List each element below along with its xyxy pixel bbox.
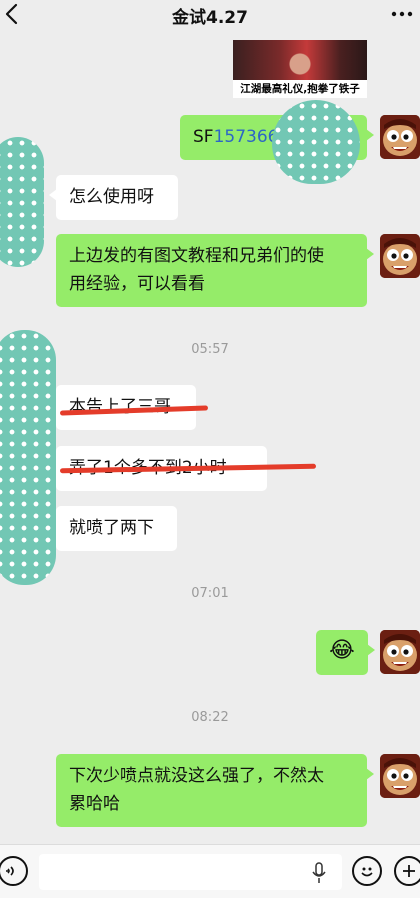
avatar[interactable] [380,754,420,798]
timestamp: 07:01 [191,586,229,601]
message-input[interactable] [39,854,342,890]
message-bubble-received[interactable]: 怎么使用呀 [49,175,178,220]
chat-header: 金试4.27 [0,0,420,30]
more-dots-icon[interactable] [390,8,414,20]
avatar[interactable] [380,234,420,278]
privacy-blur-overlay [0,330,56,585]
message-bubble-sent[interactable]: 😂 [316,630,375,675]
face-with-tears-of-joy-icon: 😂 [329,638,355,663]
mic-icon[interactable] [311,862,327,884]
message-text-line: 用经验，可以看看 [69,274,205,294]
message-text-line: 上边发的有图文教程和兄弟们的使 [69,246,324,266]
privacy-blur-overlay [272,100,360,184]
message-text-line: 下次少喷点就没这么强了，不然太 [69,766,324,786]
plus-icon[interactable] [394,856,420,886]
privacy-blur-overlay [0,137,44,267]
input-bar [0,844,420,898]
timestamp: 08:22 [191,710,229,725]
message-bubble-sent[interactable]: 下次少喷点就没这么强了，不然太 累哈哈 [56,754,374,827]
avatar[interactable] [380,115,420,159]
message-text-line: 累哈哈 [69,794,120,814]
message-bubble-sent[interactable]: 上边发的有图文教程和兄弟们的使 用经验，可以看看 [56,234,374,307]
voice-icon[interactable] [0,856,28,886]
shared-image [233,40,367,80]
message-text: SF [193,127,214,147]
message-bubble-received[interactable]: 就喷了两下 [49,506,177,551]
timestamp: 05:57 [191,342,229,357]
avatar[interactable] [380,630,420,674]
image-caption: 江湖最高礼仪,抱拳了铁子 [240,83,360,95]
message-text: 怎么使用呀 [69,187,154,207]
chat-title: 金试4.27 [172,8,248,28]
emoji-icon[interactable] [352,856,382,886]
shared-image-message[interactable]: 江湖最高礼仪,抱拳了铁子 [233,40,367,98]
message-text: 就喷了两下 [69,518,154,538]
